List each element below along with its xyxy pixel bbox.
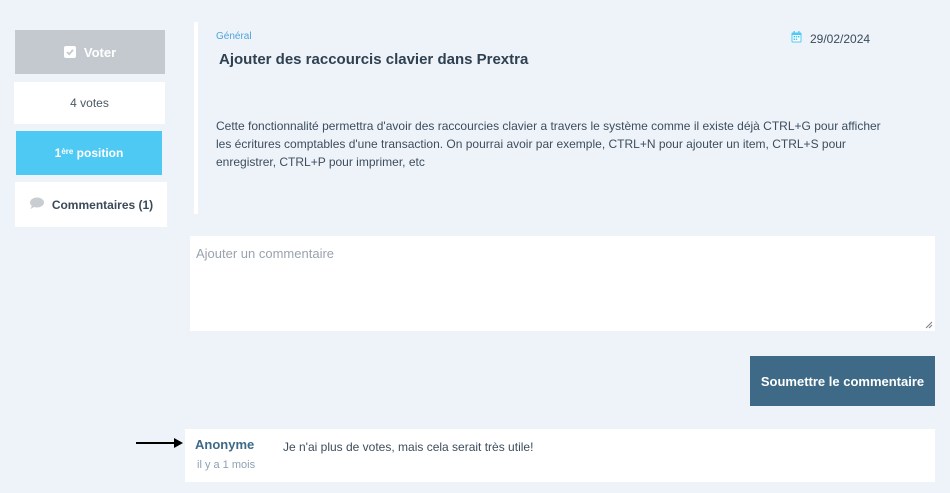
comment-author: Anonyme [195,437,255,452]
position-label: position [73,146,124,160]
comments-button-label: Commentaires (1) [51,197,154,212]
vote-count: 4 votes [14,82,165,124]
calendar-icon [791,31,802,46]
submit-comment-button[interactable]: Soumettre le commentaire [750,356,935,406]
arrow-right-icon [136,438,183,448]
article-description: Cette fonctionnalité permettra d'avoir d… [216,119,881,169]
comment-text: Je n'ai plus de votes, mais cela serait … [283,440,534,454]
article-title: Ajouter des raccourcis clavier dans Prex… [219,51,529,68]
resize-handle-icon[interactable] [925,321,933,329]
position-badge: 1 ère position [16,131,162,175]
comment-input[interactable] [190,236,935,331]
checkbox-checked-icon [63,46,76,58]
position-suffix: ère [61,146,74,156]
article-date-text: 29/02/2024 [810,31,871,46]
article-divider [194,22,198,214]
speech-bubble-icon [29,197,45,213]
article-date: 29/02/2024 [791,31,870,46]
comment-item: Anonyme il y a 1 mois Je n'ai plus de vo… [185,429,935,482]
vote-count-label: 4 votes [70,96,109,110]
comments-button[interactable]: Commentaires (1) [15,182,167,227]
position-number: 1 [54,146,62,160]
comment-timestamp: il y a 1 mois [197,459,256,471]
article-category: Général [216,31,252,42]
vote-button-label: Voter [83,44,117,60]
vote-button[interactable]: Voter [15,30,165,74]
